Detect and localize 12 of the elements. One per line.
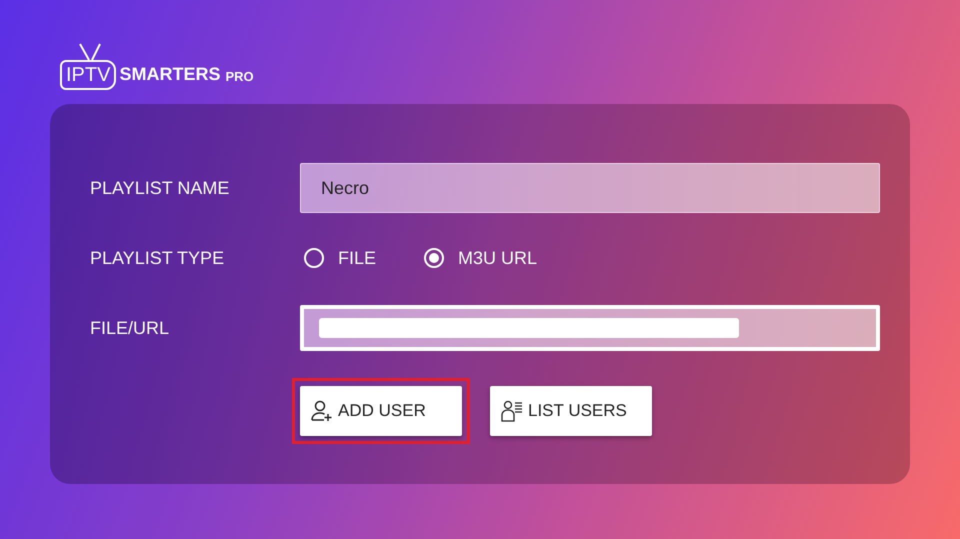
playlist-name-field[interactable]: Necro (300, 163, 880, 213)
url-field[interactable] (300, 305, 880, 351)
radio-option[interactable]: FILE (300, 248, 380, 268)
field-label: FILE/URL (90, 318, 170, 338)
user-plus-icon (310, 399, 334, 423)
field-label: PLAYLIST NAME (90, 178, 230, 198)
add-user-button[interactable]: ADD USER (300, 386, 462, 436)
list-users-button[interactable]: LIST USERS (490, 386, 652, 436)
user-list-icon (500, 399, 524, 423)
radio-option[interactable]: M3U URL (420, 248, 542, 268)
field-label: PLAYLIST TYPE (90, 248, 226, 268)
app-logo: IPTV SMARTERS PRO (50, 28, 910, 90)
